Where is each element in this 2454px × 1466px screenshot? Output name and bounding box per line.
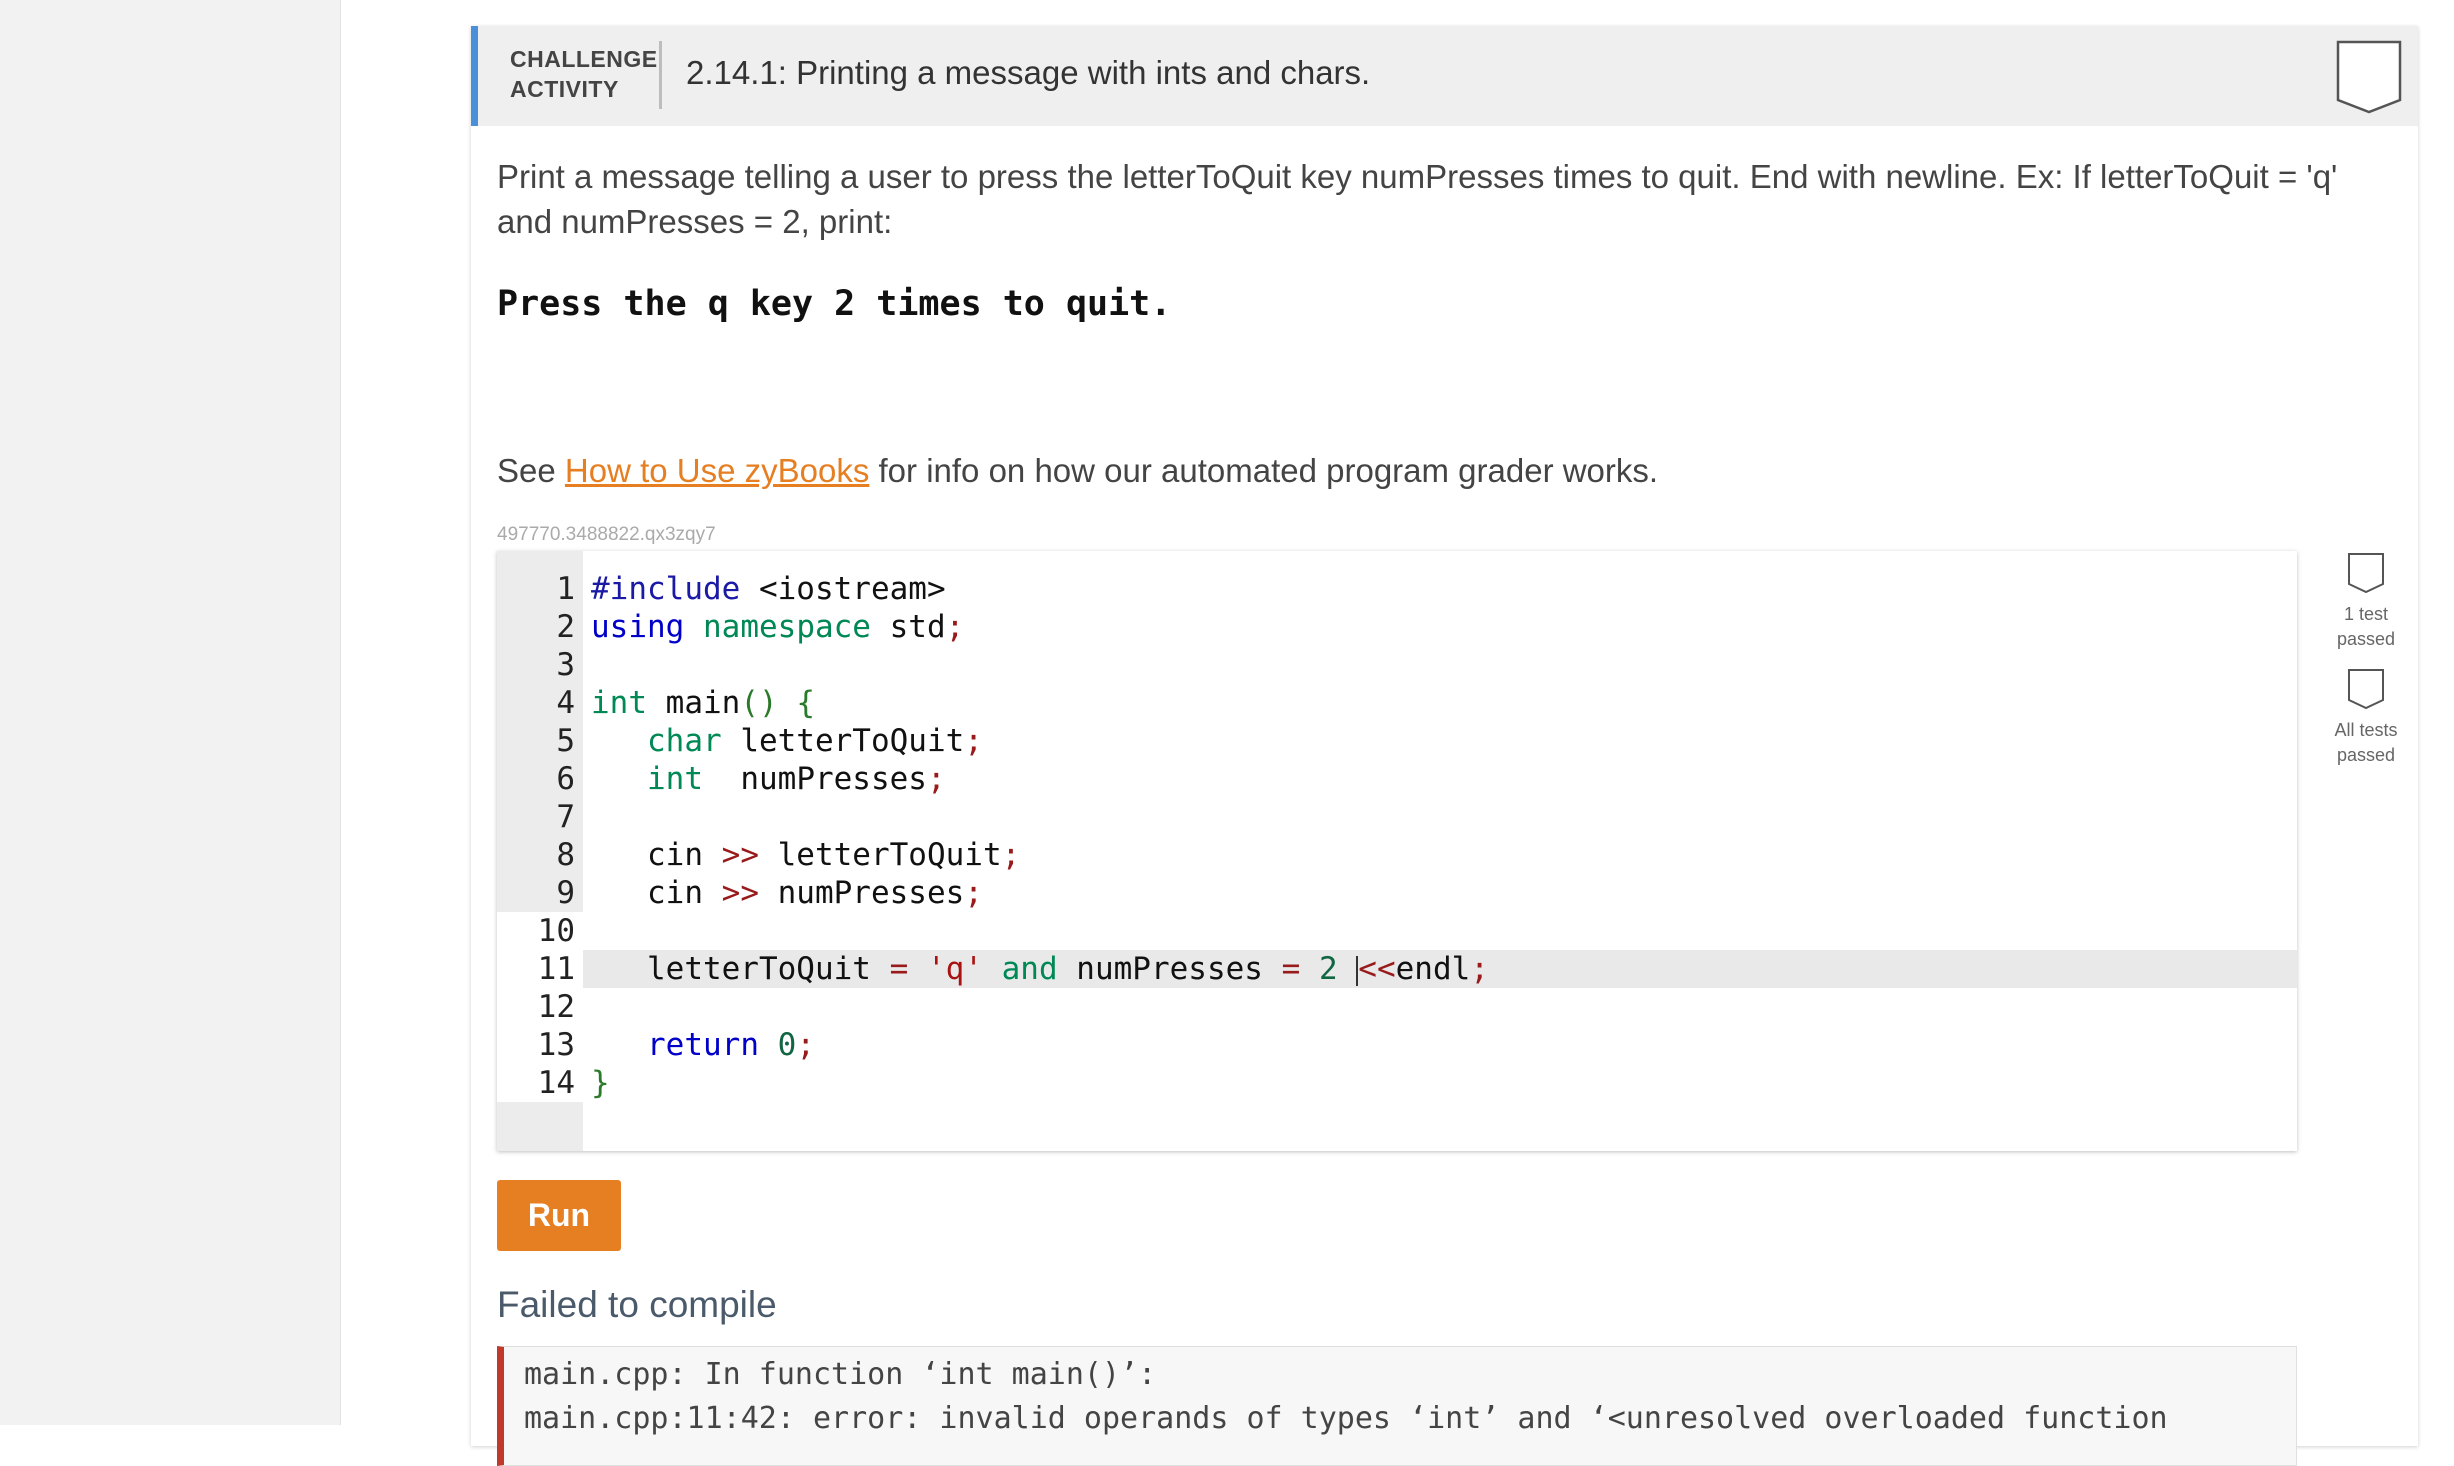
code-line-active[interactable]: 11 letterToQuit = 'q' and numPresses = 2… — [497, 950, 2297, 988]
activity-prompt: Print a message telling a user to press … — [497, 158, 2338, 240]
line-number: 2 — [556, 609, 575, 645]
code-line[interactable]: 7 — [497, 798, 2297, 836]
code-line[interactable]: 4 int main() { — [497, 684, 2297, 722]
line-number: 7 — [556, 799, 575, 835]
code-line[interactable]: 1 #include <iostream> — [497, 570, 2297, 608]
help-line: See How to Use zyBooks for info on how o… — [497, 452, 1658, 490]
status-one-test-label: 1 test passed — [2336, 604, 2396, 649]
activity-title: 2.14.1: Printing a message with ints and… — [686, 54, 1371, 91]
compiler-error-output: main.cpp: In function ‘int main()’: main… — [497, 1346, 2297, 1466]
code-line[interactable]: 10 — [497, 912, 2297, 950]
code-editor[interactable]: 1 #include <iostream> 2 using namespace st… — [497, 551, 2297, 1151]
completion-badge-icon — [2336, 40, 2402, 114]
example-output: Press the q key 2 times to quit. — [497, 284, 1172, 324]
how-to-use-zybooks-link[interactable]: How to Use zyBooks — [565, 452, 869, 489]
code-line[interactable]: 5 char letterToQuit; — [497, 722, 2297, 760]
header-divider — [659, 41, 662, 109]
code-line[interactable]: 13 return 0; — [497, 1026, 2297, 1064]
help-suffix: for info on how our automated program gr… — [869, 452, 1659, 489]
activity-id: 497770.3488822.qx3zqy7 — [497, 524, 716, 545]
status-one-test: 1 test passed — [2326, 552, 2406, 652]
code-line[interactable]: 12 — [497, 988, 2297, 1026]
code-lines[interactable]: 1 #include <iostream> 2 using namespace st… — [497, 570, 2297, 1102]
help-prefix: See — [497, 452, 565, 489]
activity-header: CHALLENGE ACTIVITY 2.14.1: Printing a me… — [471, 26, 2418, 126]
run-button[interactable]: Run — [497, 1180, 621, 1251]
line-number: 13 — [497, 1026, 583, 1064]
line-number: 14 — [497, 1064, 583, 1102]
line-number: 9 — [556, 875, 575, 911]
line-number: 6 — [556, 761, 575, 797]
code-line[interactable]: 3 — [497, 646, 2297, 684]
line-number: 4 — [556, 685, 575, 721]
line-number: 10 — [497, 912, 583, 950]
line-number: 12 — [497, 988, 583, 1026]
result-heading: Failed to compile — [497, 1284, 777, 1325]
code-line[interactable]: 2 using namespace std; — [497, 608, 2297, 646]
left-navigation-rail — [0, 0, 341, 1425]
code-line[interactable]: 6 int numPresses; — [497, 760, 2297, 798]
error-line: main.cpp: In function ‘int main()’: — [524, 1357, 1157, 1392]
error-line: main.cpp:11:42: error: invalid operands … — [524, 1401, 2168, 1436]
code-line[interactable]: 14} — [497, 1064, 2297, 1102]
line-number: 1 — [556, 571, 575, 607]
status-all-tests-label: All tests passed — [2334, 720, 2398, 765]
all-tests-shield-icon — [2348, 669, 2384, 710]
code-line[interactable]: 9 cin >> numPresses; — [497, 874, 2297, 912]
challenge-activity-card: CHALLENGE ACTIVITY 2.14.1: Printing a me… — [471, 26, 2418, 1466]
activity-type-label: CHALLENGE ACTIVITY — [510, 46, 658, 102]
status-all-tests: All tests passed — [2326, 668, 2406, 768]
line-number: 8 — [556, 837, 575, 873]
line-number: 3 — [556, 647, 575, 683]
code-line[interactable]: 8 cin >> letterToQuit; — [497, 836, 2297, 874]
line-number: 11 — [497, 950, 583, 988]
test-shield-icon — [2348, 553, 2384, 594]
line-number: 5 — [556, 723, 575, 759]
